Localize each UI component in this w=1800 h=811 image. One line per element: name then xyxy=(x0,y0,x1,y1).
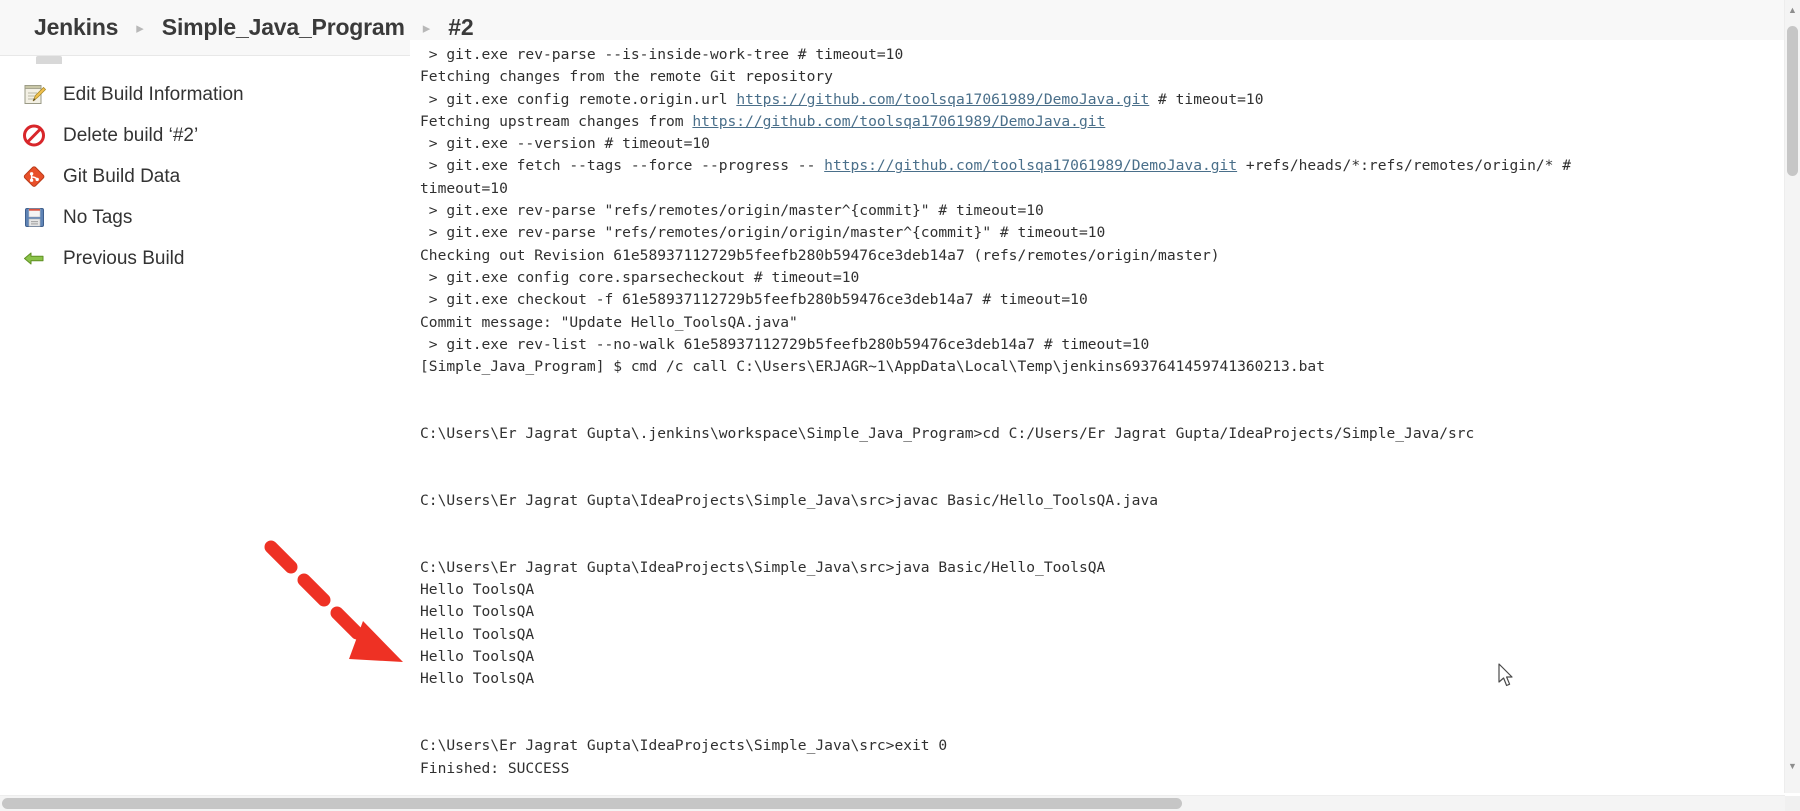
breadcrumb-item-build[interactable]: #2 xyxy=(448,14,473,41)
console-line: > git.exe checkout -f 61e58937112729b5fe… xyxy=(420,291,1088,309)
console-link[interactable]: https://github.com/toolsqa17061989/DemoJ… xyxy=(692,113,1105,130)
sidebar-item-no-tags[interactable]: No Tags xyxy=(0,197,410,238)
console-line: Finished: SUCCESS xyxy=(420,759,570,777)
green-arrow-icon xyxy=(22,246,47,271)
sidebar: Edit Build Information Delete build ‘#2’ xyxy=(0,56,410,811)
vertical-scrollbar[interactable]: ▲ ▼ xyxy=(1784,0,1800,793)
console-line: > git.exe rev-list --no-walk 61e58937112… xyxy=(420,335,1150,353)
edit-notepad-icon xyxy=(22,82,47,107)
scroll-up-icon[interactable]: ▲ xyxy=(1785,2,1800,17)
sidebar-item-previous-build[interactable]: Previous Build xyxy=(0,238,410,279)
console-line: C:\Users\Er Jagrat Gupta\IdeaProjects\Si… xyxy=(420,558,1106,576)
console-line: > git.exe rev-parse --is-inside-work-tre… xyxy=(420,46,904,63)
console-line: Fetching changes from the remote Git rep… xyxy=(420,68,833,86)
console-line: > git.exe fetch --tags --force --progres… xyxy=(420,157,1571,175)
sidebar-item-label: No Tags xyxy=(63,206,133,228)
console-line: C:\Users\Er Jagrat Gupta\.jenkins\worksp… xyxy=(420,425,1475,443)
console-line: Hello ToolsQA xyxy=(420,648,535,666)
console-line: timeout=10 xyxy=(420,179,508,197)
console-line: Hello ToolsQA xyxy=(420,603,535,621)
console-line: Hello ToolsQA xyxy=(420,581,535,599)
sidebar-truncated-item-above xyxy=(36,56,62,64)
vertical-scrollbar-thumb[interactable] xyxy=(1787,26,1798,176)
console-line: Hello ToolsQA xyxy=(420,670,535,688)
sidebar-item-label: Delete build ‘#2’ xyxy=(63,124,199,146)
breadcrumb-separator-icon: ▸ xyxy=(422,19,431,37)
sidebar-item-delete-build[interactable]: Delete build ‘#2’ xyxy=(0,115,410,156)
console-line: > git.exe rev-parse "refs/remotes/origin… xyxy=(420,224,1106,242)
floppy-disk-icon xyxy=(22,205,47,230)
console-line: > git.exe --version # timeout=10 xyxy=(420,135,710,153)
sidebar-item-label: Previous Build xyxy=(63,247,185,269)
horizontal-scrollbar[interactable] xyxy=(0,795,1785,811)
console-line: > git.exe config remote.origin.url https… xyxy=(420,90,1264,108)
console-output-text: > git.exe rev-parse --is-inside-work-tre… xyxy=(410,40,1790,780)
scrollbar-corner xyxy=(1785,796,1800,811)
scroll-down-icon[interactable]: ▼ xyxy=(1785,758,1800,773)
console-line: C:\Users\Er Jagrat Gupta\IdeaProjects\Si… xyxy=(420,737,948,755)
delete-forbidden-icon xyxy=(22,123,47,148)
jenkins-build-console-page: Jenkins ▸ Simple_Java_Program ▸ #2 Edit … xyxy=(0,0,1800,811)
console-line: Checking out Revision 61e58937112729b5fe… xyxy=(420,246,1220,264)
console-link[interactable]: https://github.com/toolsqa17061989/DemoJ… xyxy=(736,91,1149,108)
breadcrumb-item-jenkins[interactable]: Jenkins xyxy=(34,14,118,41)
console-line: Fetching upstream changes from https://g… xyxy=(420,112,1106,130)
breadcrumb-item-job[interactable]: Simple_Java_Program xyxy=(162,14,405,41)
sidebar-item-edit-build-information[interactable]: Edit Build Information xyxy=(0,74,410,115)
console-line: Hello ToolsQA xyxy=(420,625,535,643)
breadcrumb-separator-icon: ▸ xyxy=(136,19,144,37)
sidebar-item-label: Git Build Data xyxy=(63,165,181,187)
sidebar-item-git-build-data[interactable]: Git Build Data xyxy=(0,156,410,197)
console-link[interactable]: https://github.com/toolsqa17061989/DemoJ… xyxy=(824,157,1237,174)
console-line: [Simple_Java_Program] $ cmd /c call C:\U… xyxy=(420,358,1325,376)
console-output-panel[interactable]: > git.exe rev-parse --is-inside-work-tre… xyxy=(410,40,1790,811)
horizontal-scrollbar-thumb[interactable] xyxy=(2,798,1182,809)
git-diamond-icon xyxy=(22,164,47,189)
console-line: > git.exe rev-parse "refs/remotes/origin… xyxy=(420,202,1044,220)
console-line: > git.exe config core.sparsecheckout # t… xyxy=(420,268,860,286)
console-line: Commit message: "Update Hello_ToolsQA.ja… xyxy=(420,313,798,331)
sidebar-item-label: Edit Build Information xyxy=(63,83,244,105)
console-line: C:\Users\Er Jagrat Gupta\IdeaProjects\Si… xyxy=(420,491,1159,509)
